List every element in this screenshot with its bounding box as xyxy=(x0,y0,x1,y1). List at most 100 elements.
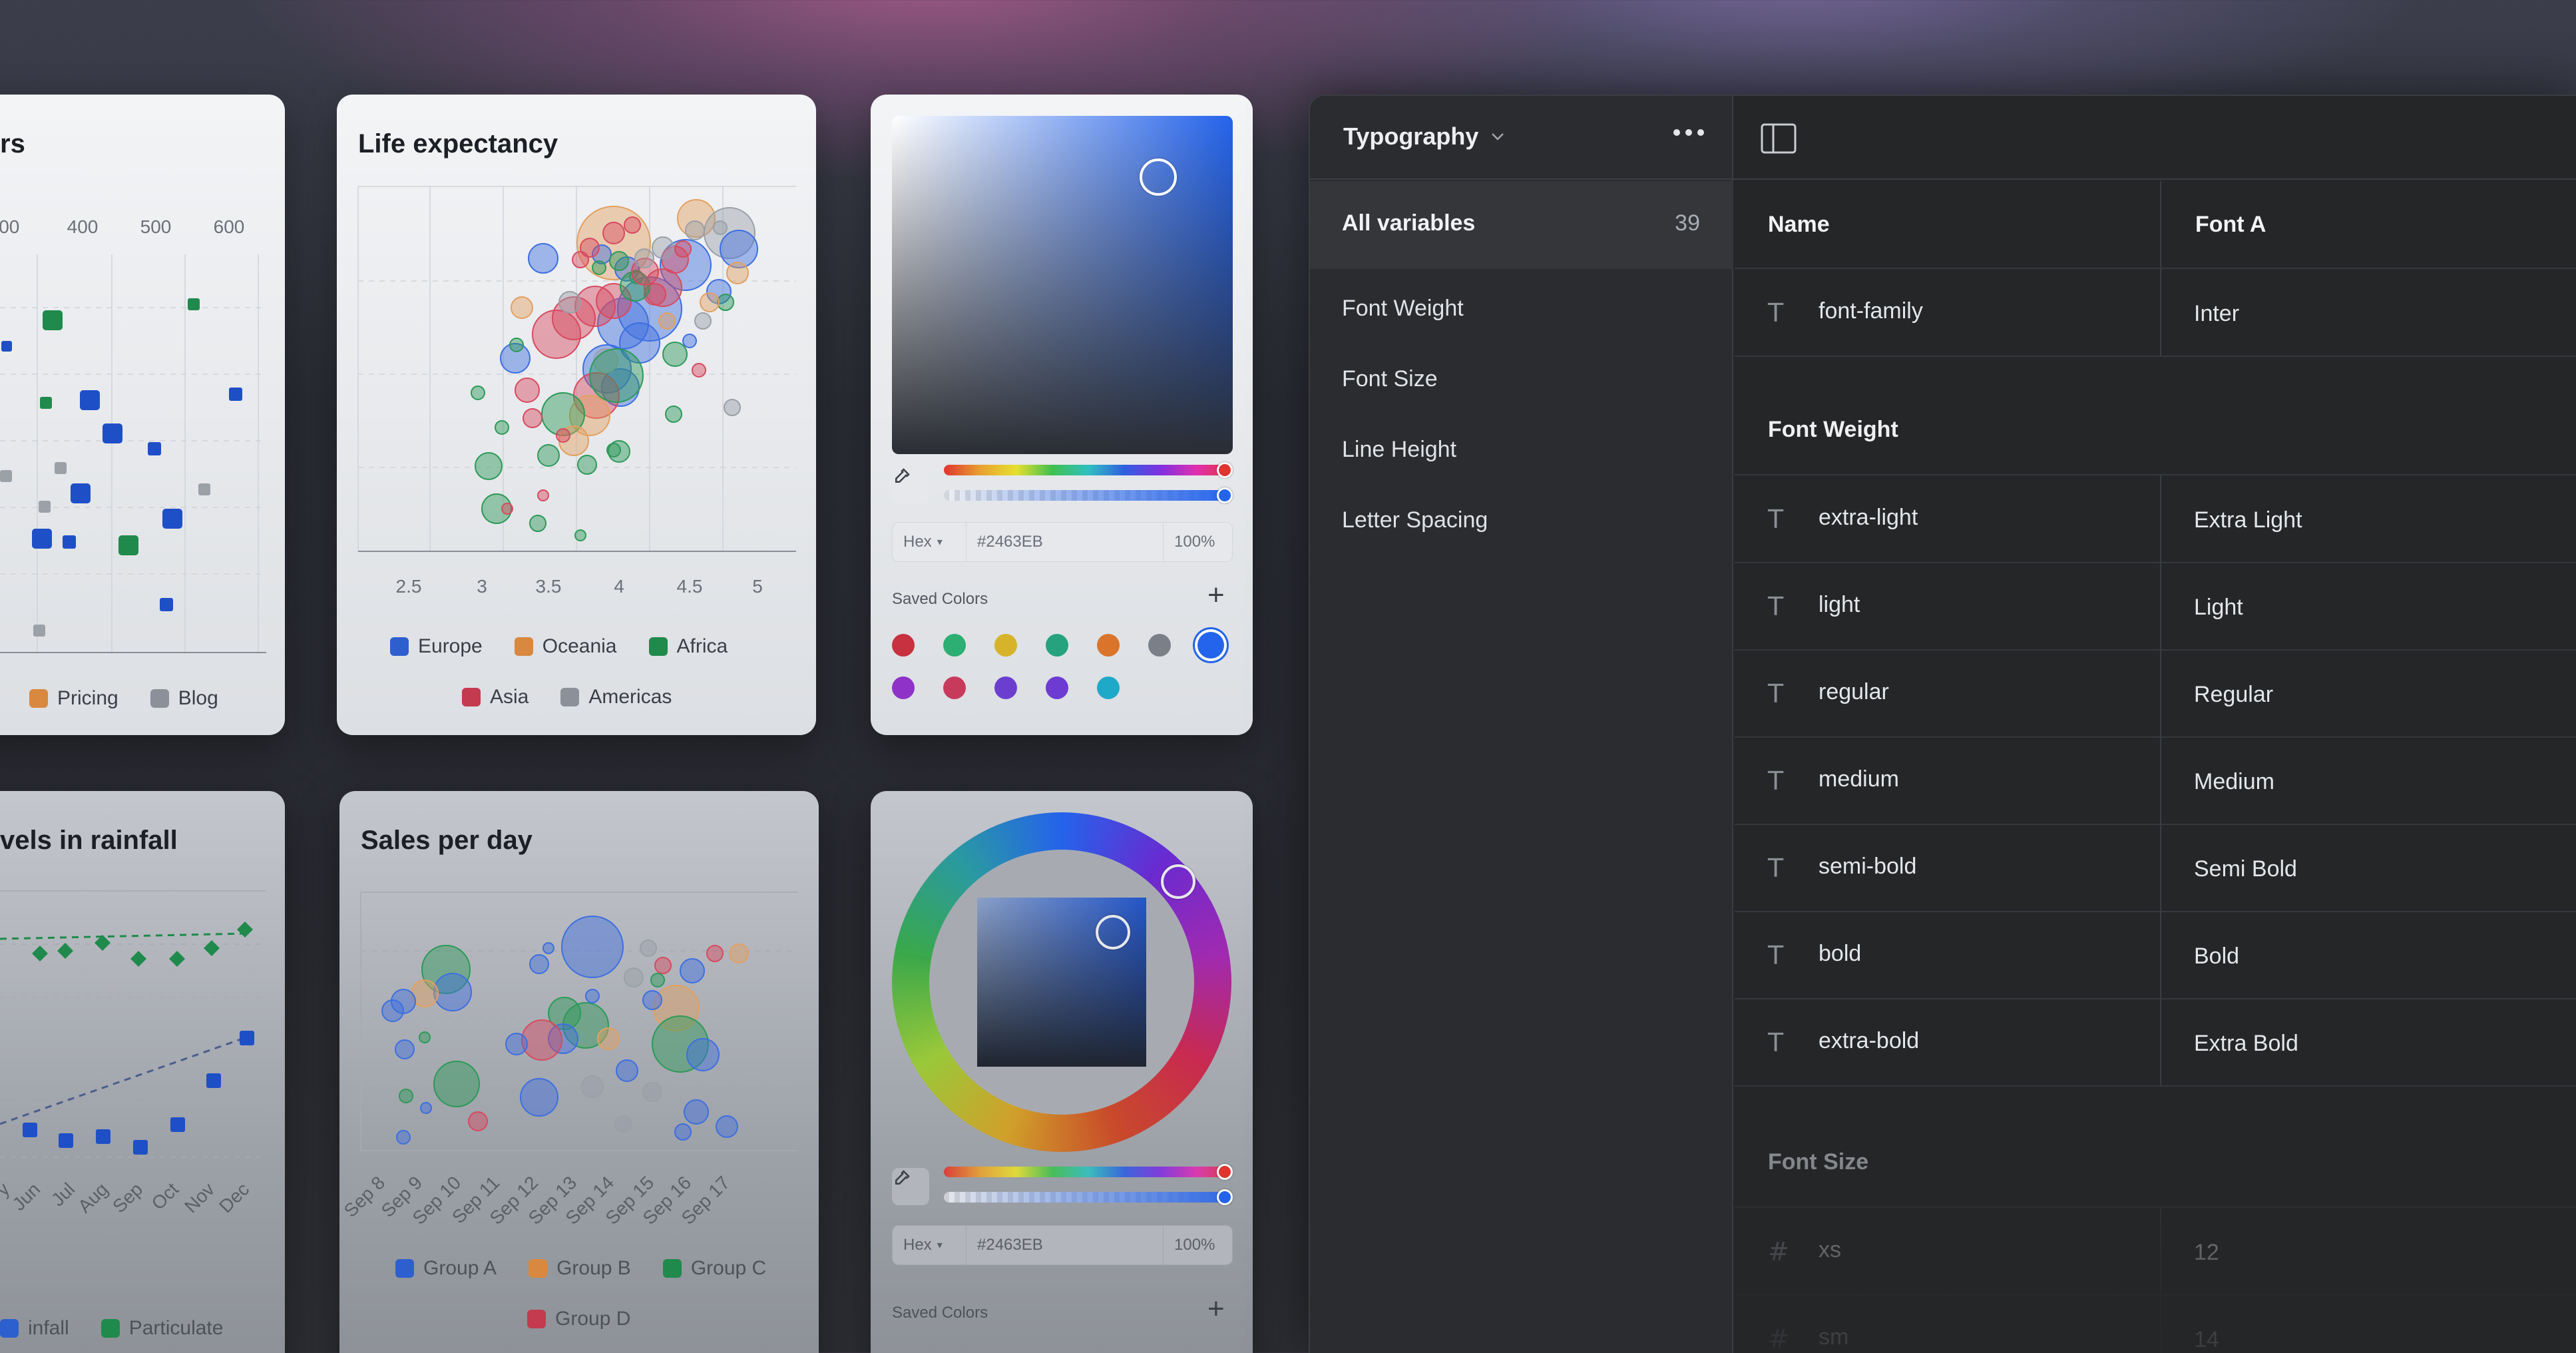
opacity-input[interactable]: 100% xyxy=(1164,1225,1233,1265)
bubble-point[interactable] xyxy=(561,916,624,978)
variable-value[interactable]: Bold xyxy=(2194,944,2239,969)
hex-input[interactable]: #2463EB xyxy=(966,1225,1164,1265)
more-options-icon[interactable] xyxy=(1673,129,1704,136)
table-row[interactable]: T font-family Inter xyxy=(1735,269,2576,356)
legend-item[interactable]: Group D xyxy=(527,1308,630,1330)
hex-input[interactable]: #2463EB xyxy=(966,522,1164,562)
bubble-point[interactable] xyxy=(558,291,581,314)
legend-item[interactable]: Group C xyxy=(662,1257,766,1280)
opacity-handle[interactable] xyxy=(1217,487,1233,503)
legend-item[interactable]: Europe xyxy=(390,635,483,658)
bubble-point[interactable] xyxy=(716,1115,738,1138)
bubble-point[interactable] xyxy=(495,420,509,435)
bubble-point[interactable] xyxy=(724,399,741,416)
collection-selector[interactable]: Typography xyxy=(1343,123,1505,150)
bubble-point[interactable] xyxy=(616,1059,638,1082)
bubble-point[interactable] xyxy=(580,238,600,258)
bubble-point[interactable] xyxy=(475,452,503,480)
toggle-sidebar-icon[interactable] xyxy=(1760,123,1797,154)
bubble-point[interactable] xyxy=(501,503,513,515)
bubble-point[interactable] xyxy=(706,945,724,962)
bubble-point[interactable] xyxy=(650,973,665,987)
table-row[interactable]: Tmedium Medium xyxy=(1735,737,2576,824)
legend-item[interactable]: Americas xyxy=(560,686,672,708)
saved-color-swatch[interactable] xyxy=(892,634,915,657)
sidebar-item-letter-spacing[interactable]: Letter Spacing xyxy=(1342,507,1488,533)
bubble-point[interactable] xyxy=(717,294,734,311)
bubble-point[interactable] xyxy=(686,1038,720,1071)
opacity-slider[interactable] xyxy=(944,490,1233,501)
bubble-point[interactable] xyxy=(680,958,705,983)
add-color-icon[interactable]: + xyxy=(1207,581,1225,610)
bubble-point[interactable] xyxy=(658,312,676,330)
variable-value[interactable]: Regular xyxy=(2194,682,2273,708)
bubble-point[interactable] xyxy=(468,1111,488,1131)
bubble-point[interactable] xyxy=(634,248,654,268)
saved-color-swatch[interactable] xyxy=(1148,634,1171,657)
bubble-point[interactable] xyxy=(381,999,404,1022)
bubble-point[interactable] xyxy=(577,455,597,475)
bubble-point[interactable] xyxy=(624,216,641,234)
bubble-point[interactable] xyxy=(574,529,586,541)
hue-handle[interactable] xyxy=(1161,864,1195,899)
bubble-point[interactable] xyxy=(602,222,625,244)
bubble-point[interactable] xyxy=(592,260,606,275)
bubble-point[interactable] xyxy=(640,940,657,957)
legend-item[interactable]: Group A xyxy=(395,1257,497,1280)
hue-handle[interactable] xyxy=(1217,462,1233,478)
legend-item[interactable]: Group B xyxy=(529,1257,631,1280)
sidebar-item-line-height[interactable]: Line Height xyxy=(1342,437,1456,463)
table-row[interactable]: Tbold Bold xyxy=(1735,912,2576,998)
bubble-point[interactable] xyxy=(532,310,581,359)
variable-value[interactable]: Inter xyxy=(2194,301,2239,327)
legend-item[interactable]: infall xyxy=(0,1317,69,1340)
bubble-point[interactable] xyxy=(700,292,720,312)
format-select[interactable]: Hex ▾ xyxy=(892,522,966,562)
bubble-point[interactable] xyxy=(433,1061,480,1107)
bubble-point[interactable] xyxy=(713,220,728,235)
bubble-point[interactable] xyxy=(520,1078,558,1117)
column-header-name[interactable]: Name xyxy=(1768,181,1830,268)
eyedropper-button[interactable] xyxy=(892,1168,929,1205)
saved-color-swatch[interactable] xyxy=(1097,676,1120,699)
add-color-icon[interactable]: + xyxy=(1207,1294,1225,1324)
saved-color-swatch[interactable] xyxy=(1097,634,1120,657)
variable-value[interactable]: 12 xyxy=(2194,1240,2219,1266)
saved-color-swatch[interactable] xyxy=(1197,632,1224,659)
column-header-font-a[interactable]: Font A xyxy=(2195,181,2266,268)
bubble-point[interactable] xyxy=(606,443,621,457)
bubble-point[interactable] xyxy=(528,243,558,274)
opacity-handle[interactable] xyxy=(1217,1189,1233,1205)
saturation-handle[interactable] xyxy=(1140,158,1177,196)
bubble-point[interactable] xyxy=(556,428,570,443)
legend-item[interactable]: Oceania xyxy=(514,635,617,658)
bubble-point[interactable] xyxy=(420,1102,432,1114)
legend-item[interactable]: Pricing xyxy=(29,687,118,710)
table-row[interactable]: Textra-bold Extra Bold xyxy=(1735,999,2576,1085)
saved-color-swatch[interactable] xyxy=(943,634,966,657)
bubble-point[interactable] xyxy=(515,378,540,403)
saved-color-swatch[interactable] xyxy=(994,676,1017,699)
bubble-point[interactable] xyxy=(642,990,662,1010)
variable-value[interactable]: Extra Light xyxy=(2194,507,2302,533)
bubble-point[interactable] xyxy=(685,220,705,240)
legend-item[interactable]: Africa xyxy=(648,635,728,658)
table-row[interactable]: Textra-light Extra Light xyxy=(1735,475,2576,562)
bubble-point[interactable] xyxy=(726,262,749,284)
legend-item[interactable]: Blog xyxy=(150,687,218,710)
bubble-point[interactable] xyxy=(642,1082,662,1102)
bubble-point[interactable] xyxy=(537,489,549,501)
saved-color-swatch[interactable] xyxy=(892,676,915,699)
table-row[interactable]: # xs 12 xyxy=(1735,1208,2576,1294)
table-row[interactable]: Tsemi-bold Semi Bold xyxy=(1735,824,2576,911)
saved-color-swatch[interactable] xyxy=(1046,634,1068,657)
bubble-point[interactable] xyxy=(537,444,560,467)
bubble-point[interactable] xyxy=(665,406,682,423)
bubble-point[interactable] xyxy=(585,989,600,1003)
hue-slider[interactable] xyxy=(944,1167,1233,1177)
table-row[interactable]: # sm 14 xyxy=(1735,1295,2576,1353)
bubble-point[interactable] xyxy=(419,1031,431,1043)
bubble-point[interactable] xyxy=(694,312,712,330)
bubble-point[interactable] xyxy=(614,1115,632,1133)
bubble-point[interactable] xyxy=(395,1039,415,1059)
